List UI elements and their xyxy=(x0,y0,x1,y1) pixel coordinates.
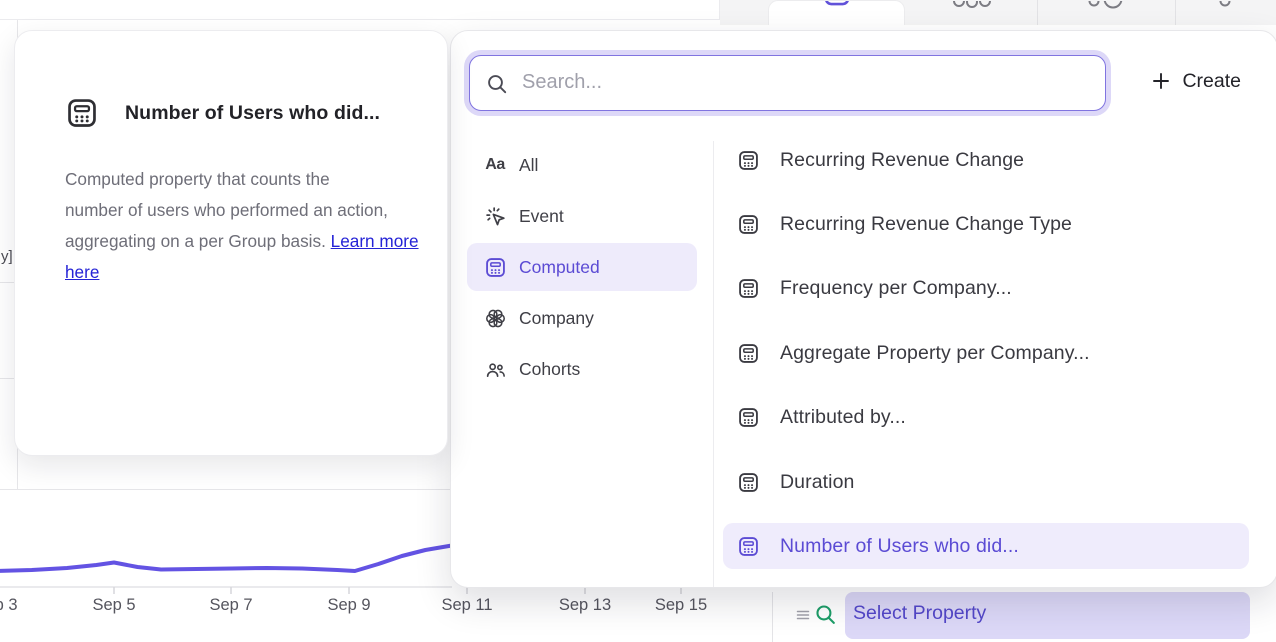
property-picker-popup: Create AaAllEventComputedCompanyCohorts … xyxy=(450,30,1276,588)
search-icon xyxy=(485,72,509,96)
tab-user-activity[interactable] xyxy=(1086,0,1130,25)
chart-card-divider xyxy=(0,489,450,490)
category-list: Aa All Event Computed Company Cohorts xyxy=(467,141,697,396)
category-label: Cohorts xyxy=(519,359,580,380)
result-item[interactable]: Recurring Revenue Change xyxy=(723,137,1249,183)
result-item[interactable]: Attributed by... xyxy=(723,395,1249,441)
result-label: Number of Users who did... xyxy=(780,535,1019,558)
category-label: Company xyxy=(519,308,594,329)
tab-computed-property[interactable] xyxy=(768,0,905,25)
search-input[interactable] xyxy=(520,58,1090,106)
tooltip-title: Number of Users who did... xyxy=(125,102,380,125)
search-icon xyxy=(813,602,838,627)
result-label: Duration xyxy=(780,471,855,494)
create-button-label: Create xyxy=(1182,70,1241,93)
drag-handle-icon[interactable] xyxy=(795,607,811,623)
tab-user[interactable] xyxy=(1210,0,1240,25)
calculator-icon xyxy=(737,149,760,172)
calculator-icon xyxy=(737,342,760,365)
query-text-fragment: y] xyxy=(1,248,13,265)
category-label: Event xyxy=(519,206,564,227)
result-label: Frequency per Company... xyxy=(780,277,1012,300)
company-icon xyxy=(483,306,507,330)
category-item-company[interactable]: Company xyxy=(467,294,697,342)
result-item[interactable]: Frequency per Company... xyxy=(723,266,1249,312)
tooltip-description: Computed property that counts the number… xyxy=(65,164,433,288)
category-label: All xyxy=(519,155,538,176)
result-item[interactable]: Duration xyxy=(723,459,1249,505)
result-label: Attributed by... xyxy=(780,406,906,429)
calculator-icon xyxy=(822,0,852,8)
result-label: Aggregate Property per Company... xyxy=(780,342,1090,365)
calculator-icon xyxy=(737,277,760,300)
x-axis-tick-label: Sep 11 xyxy=(441,596,492,615)
category-item-cohorts[interactable]: Cohorts xyxy=(467,345,697,393)
calculator-icon xyxy=(65,96,99,130)
user-sync-icon xyxy=(1086,1,1130,13)
category-item-event[interactable]: Event xyxy=(467,192,697,240)
calculator-icon xyxy=(737,406,760,429)
calculator-icon xyxy=(483,255,507,279)
company-icon xyxy=(948,1,996,13)
category-label: Computed xyxy=(519,257,600,278)
result-label: Recurring Revenue Change xyxy=(780,149,1024,172)
tab-company[interactable] xyxy=(948,0,996,25)
x-axis-tick-label: Sep 5 xyxy=(92,596,135,615)
select-property-label[interactable]: Select Property xyxy=(853,602,986,625)
result-item[interactable]: Recurring Revenue Change Type xyxy=(723,201,1249,247)
calculator-icon xyxy=(737,535,760,558)
user-icon xyxy=(1210,1,1240,13)
tab-divider xyxy=(1037,0,1038,25)
result-item[interactable]: Aggregate Property per Company... xyxy=(723,330,1249,376)
text-icon: Aa xyxy=(483,153,507,177)
calculator-icon xyxy=(737,213,760,236)
tab-bar xyxy=(720,0,1276,25)
cursor-click-icon xyxy=(483,204,507,228)
calculator-icon xyxy=(737,471,760,494)
x-axis-tick-label: Sep 7 xyxy=(209,596,252,615)
app-window: y] Sep 3 Sep 5 Sep 7 Sep 9 Sep 11 Sep 13 Sep 1… xyxy=(0,0,1276,642)
create-button[interactable]: Create xyxy=(1149,69,1241,93)
search-box xyxy=(469,55,1106,111)
cohorts-icon xyxy=(483,357,507,381)
result-item[interactable]: Number of Users who did... xyxy=(723,523,1249,569)
picker-divider xyxy=(713,141,714,587)
query-panel-divider xyxy=(772,592,773,642)
result-label: Recurring Revenue Change Type xyxy=(780,213,1072,236)
tab-divider xyxy=(1175,0,1176,25)
top-bar xyxy=(0,0,720,20)
category-item-computed[interactable]: Computed xyxy=(467,243,697,291)
category-item-all[interactable]: Aa All xyxy=(467,141,697,189)
x-axis-tick-label: Sep 9 xyxy=(327,596,370,615)
x-axis-tick-label: Sep 3 xyxy=(0,596,18,615)
property-tooltip-card: Number of Users who did... Computed prop… xyxy=(14,30,448,456)
x-axis-tick-label: Sep 13 xyxy=(559,596,611,615)
plus-icon xyxy=(1149,69,1173,93)
x-axis-tick-label: Sep 15 xyxy=(655,596,707,615)
